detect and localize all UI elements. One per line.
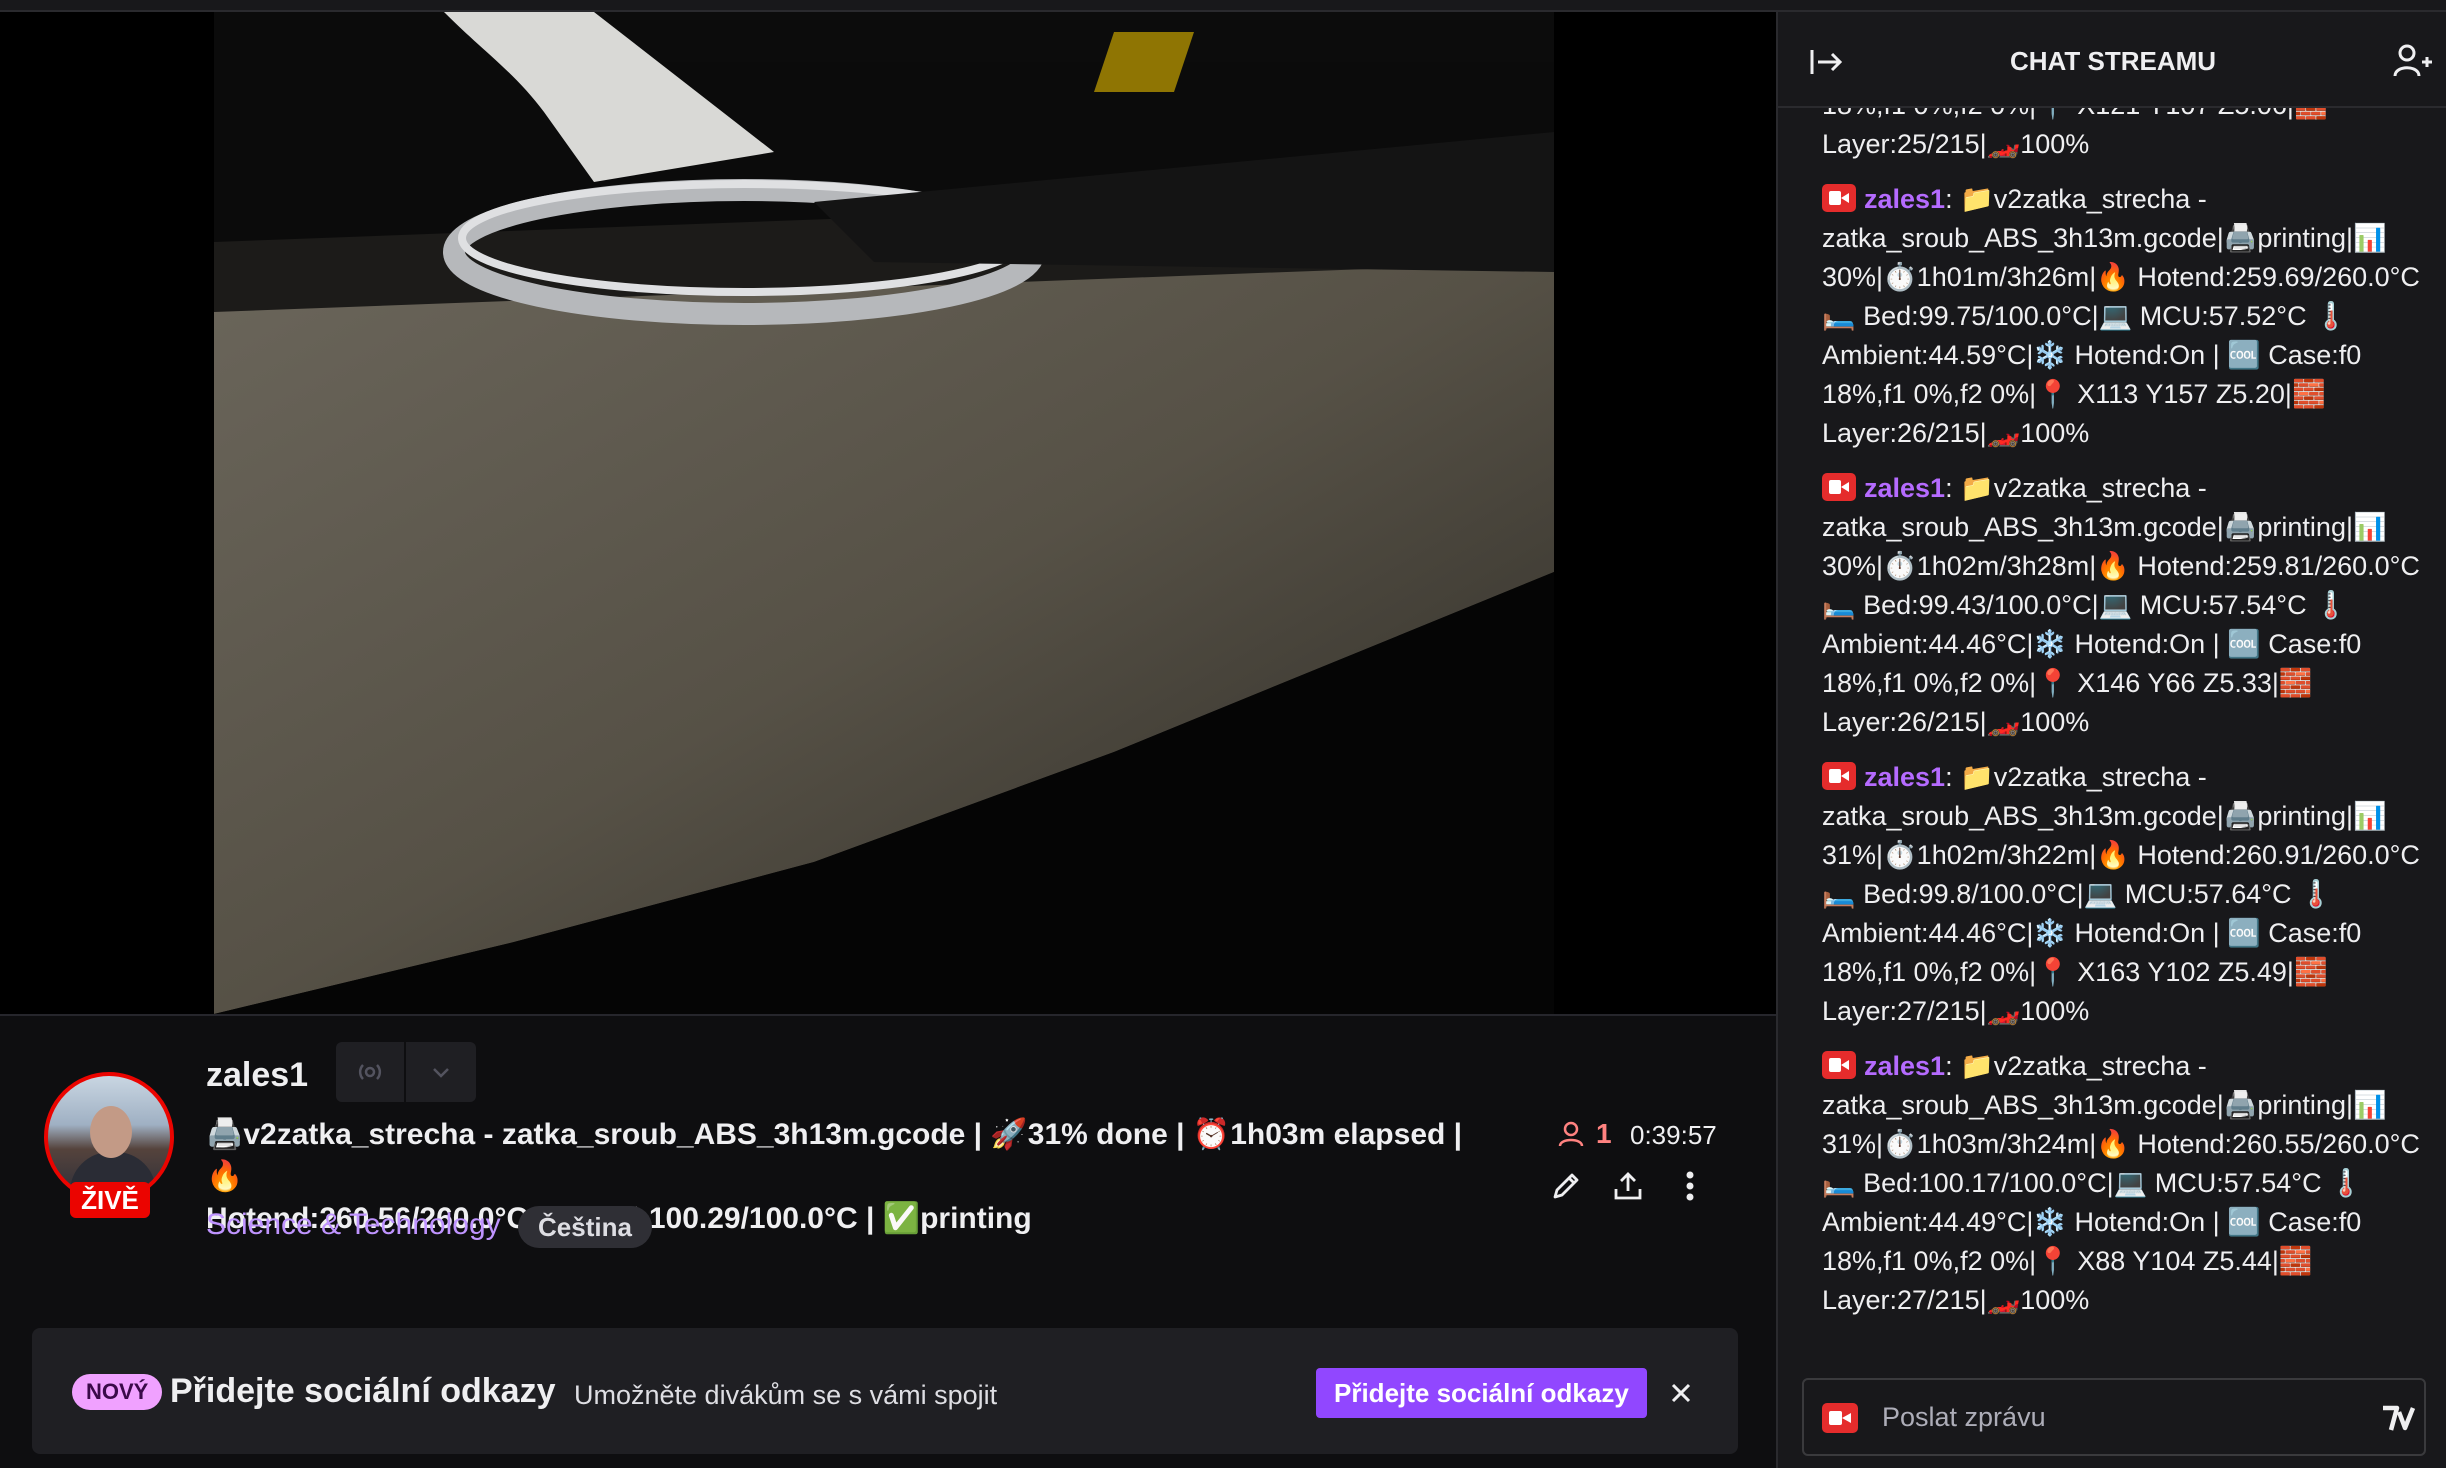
vertical-ellipsis-icon [1686,1171,1694,1201]
stream-title-line-1: 🖨️v2zatka_strecha - zatka_sroub_ABS_3h13… [206,1118,1463,1193]
share-button[interactable] [1608,1166,1648,1206]
chat-input[interactable]: Poslat zprávu [1802,1378,2426,1456]
notifications-dropdown-button[interactable] [406,1042,476,1102]
notification-controls [336,1042,476,1102]
viewer-count-value: 1 [1596,1118,1612,1149]
emote-icon [2383,1405,2416,1431]
video-player[interactable] [0,12,1776,1014]
chat-title: CHAT STREAMU [2009,46,2217,76]
video-frame [214,12,1554,1014]
language-tag[interactable]: Čeština [518,1206,652,1248]
chat-input-placeholder: Poslat zprávu [1882,1402,2046,1432]
add-social-links-button[interactable]: Přidejte sociální odkazy [1316,1368,1647,1418]
chat-message: zales1: 📁v2zatka_strecha - zatka_sroub_A… [1822,469,2422,742]
chat-panel: CHAT STREAMU 18%,f1 0%,f2 0%|📍 X121 Y107… [1776,12,2446,1468]
notifications-button[interactable] [336,1042,406,1102]
chat-message-list: 18%,f1 0%,f2 0%|📍 X121 Y107 Z5.06|🧱 Laye… [1822,108,2422,1336]
community-button[interactable] [2392,40,2436,84]
live-badge: ŽIVĚ [70,1182,150,1218]
social-links-banner: NOVÝ Přidejte sociální odkazy Umožněte d… [32,1328,1738,1454]
chat-username[interactable]: zales1 [1864,762,1945,792]
chat-message-text: : 📁v2zatka_strecha - zatka_sroub_ABS_3h1… [1822,762,2420,1026]
chat-message: zales1: 📁v2zatka_strecha - zatka_sroub_A… [1822,1047,2422,1320]
chat-message: 18%,f1 0%,f2 0%|📍 X121 Y107 Z5.06|🧱 Laye… [1822,108,2422,164]
chat-username[interactable]: zales1 [1864,1051,1945,1081]
users-icon [2393,44,2432,77]
chat-username[interactable]: zales1 [1864,184,1945,214]
chat-message-text: : 📁v2zatka_strecha - zatka_sroub_ABS_3h1… [1822,184,2420,448]
stream-uptime: 0:39:57 [1630,1120,1717,1150]
pencil-icon [1553,1173,1579,1199]
edit-stream-button[interactable] [1546,1166,1586,1206]
banner-subtitle: Umožněte divákům se s vámi spojit [574,1380,998,1410]
close-icon [1671,1383,1691,1403]
category-link[interactable]: Science & Technology [206,1208,501,1242]
viewer-count: 1 [1556,1118,1612,1150]
broadcaster-badge-icon [1822,1403,1858,1433]
chat-message-text: : 📁v2zatka_strecha - zatka_sroub_ABS_3h1… [1822,473,2420,737]
new-badge: NOVÝ [72,1374,163,1410]
banner-title: Přidejte sociální odkazy [170,1372,556,1410]
broadcaster-badge-icon[interactable] [1822,473,1856,501]
avatar-face [90,1106,132,1158]
chat-message: zales1: 📁v2zatka_strecha - zatka_sroub_A… [1822,758,2422,1031]
broadcast-icon [358,1064,382,1080]
chat-message: zales1: 📁v2zatka_strecha - zatka_sroub_A… [1822,180,2422,453]
banner-close-button[interactable] [1658,1370,1704,1416]
top-nav-bar [0,0,2446,12]
broadcaster-badge-icon[interactable] [1822,1051,1856,1079]
chat-header: CHAT STREAMU [1778,12,2446,108]
printer-camera-view [214,12,1554,1014]
emote-picker-button[interactable] [2380,1402,2416,1436]
chat-messages[interactable]: 18%,f1 0%,f2 0%|📍 X121 Y107 Z5.06|🧱 Laye… [1778,108,2446,1372]
chat-message-text: 18%,f1 0%,f2 0%|📍 X121 Y107 Z5.06|🧱 Laye… [1822,108,2328,159]
broadcaster-badge-icon[interactable] [1822,762,1856,790]
chat-username[interactable]: zales1 [1864,473,1945,503]
chat-message-text: : 📁v2zatka_strecha - zatka_sroub_ABS_3h1… [1822,1051,2420,1315]
channel-name[interactable]: zales1 [206,1056,308,1095]
more-options-button[interactable] [1670,1166,1710,1206]
person-icon [1558,1121,1584,1147]
share-icon [1614,1172,1642,1200]
stream-actions [1546,1166,1710,1206]
broadcaster-badge-icon[interactable] [1822,184,1856,212]
chevron-down-icon [433,1068,449,1078]
